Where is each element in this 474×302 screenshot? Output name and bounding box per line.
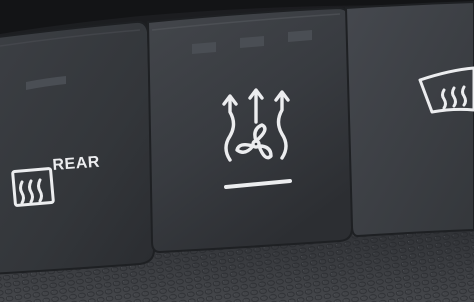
panel-artwork [0, 0, 474, 302]
windshield-defrost-button[interactable] [344, 0, 474, 238]
rear-defrost-button[interactable] [0, 20, 156, 275]
rear-defrost-label: REAR [52, 153, 101, 174]
vehicle-control-panel-photo: REAR [0, 0, 474, 302]
